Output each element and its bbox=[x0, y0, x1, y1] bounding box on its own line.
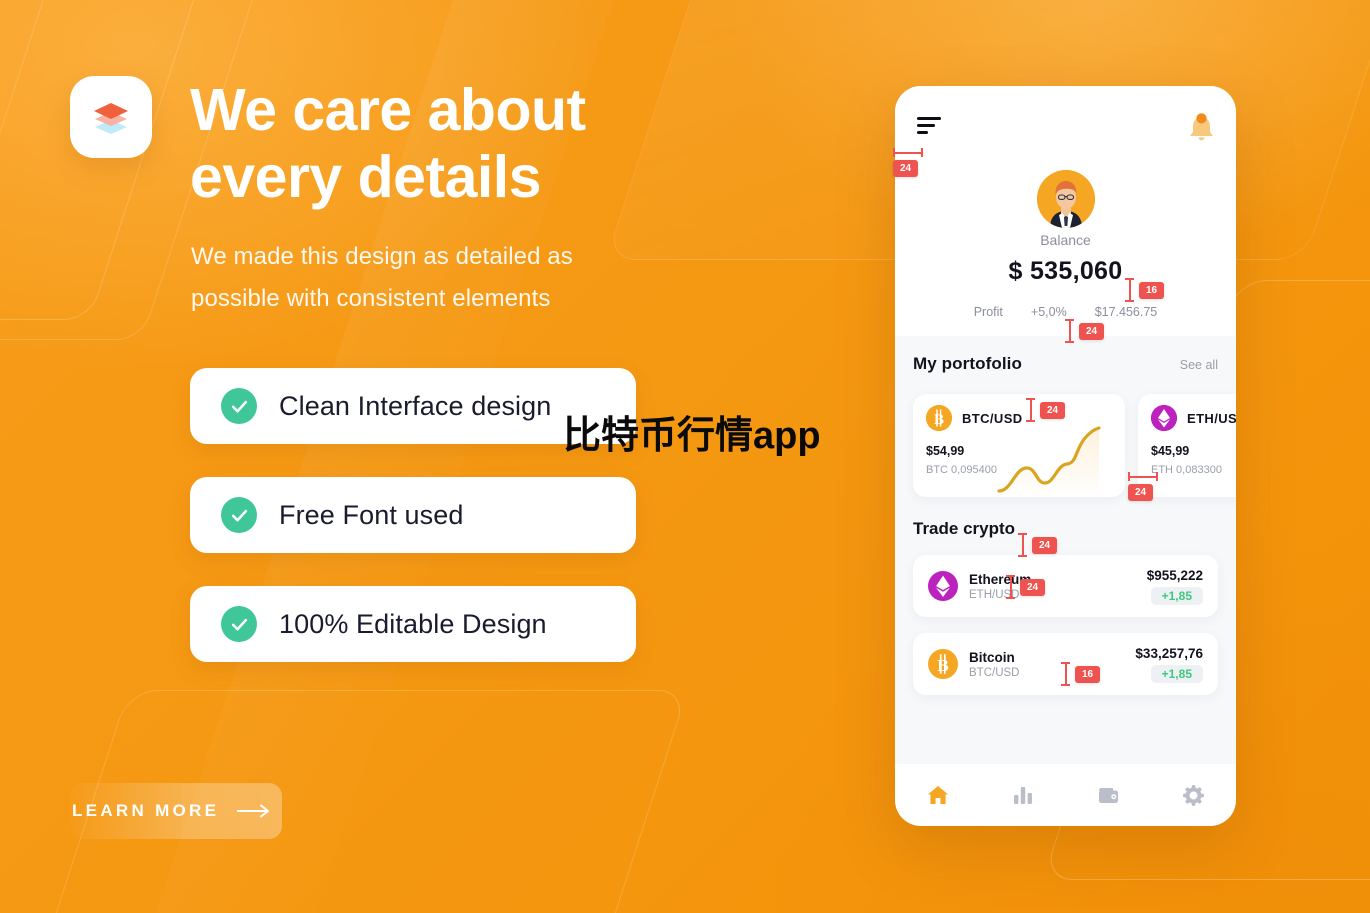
portfolio-pair: ETH/USD bbox=[1187, 410, 1236, 426]
trade-price: $33,257,76 bbox=[1135, 645, 1203, 661]
spec-marker-value: 24 bbox=[1032, 536, 1058, 554]
spec-marker-m4: 24 bbox=[1026, 398, 1066, 422]
headline-line-1: We care about bbox=[190, 77, 586, 143]
hero-subtitle: We made this design as detailed as possi… bbox=[191, 236, 573, 320]
spec-marker-m6: 24 bbox=[1018, 533, 1058, 557]
spec-marker-m8: 16 bbox=[1061, 662, 1101, 686]
feature-card-free-font[interactable]: Free Font used bbox=[190, 477, 636, 553]
bitcoin-icon: B bbox=[928, 649, 958, 679]
measure-bar-vertical-icon bbox=[1061, 662, 1070, 686]
trade-coin-pair: BTC/USD bbox=[969, 666, 1020, 679]
app-logo bbox=[70, 76, 152, 158]
spec-marker-value: 24 bbox=[1020, 578, 1046, 596]
nav-bar-chart-icon[interactable] bbox=[1010, 782, 1036, 808]
learn-more-label: LEARN MORE bbox=[72, 801, 220, 820]
ethereum-icon bbox=[1151, 405, 1177, 431]
trade-section-title: Trade crypto bbox=[913, 519, 1016, 538]
nav-gear-icon[interactable] bbox=[1180, 782, 1206, 808]
nav-home-icon[interactable] bbox=[925, 782, 951, 808]
overlay-watermark-text: 比特币行情app bbox=[563, 415, 821, 457]
measure-bar-horizontal-icon bbox=[1128, 472, 1158, 481]
nav-wallet-icon[interactable] bbox=[1095, 782, 1121, 808]
layers-icon bbox=[94, 103, 128, 134]
profit-percent: +5,0% bbox=[1030, 305, 1067, 319]
portfolio-card-list: B BTC/USD $54,99 BTC 0,095400 ETH/US $45… bbox=[913, 394, 1236, 497]
btc-sparkline-chart bbox=[997, 426, 1101, 497]
portfolio-amount: ETH 0,083300 bbox=[1151, 464, 1222, 476]
spec-marker-value: 16 bbox=[1139, 281, 1165, 299]
measure-bar-vertical-icon bbox=[1125, 278, 1134, 302]
trade-change-badge: +1,85 bbox=[1150, 586, 1203, 605]
portfolio-price: $45,99 bbox=[1151, 444, 1190, 458]
check-icon bbox=[221, 606, 257, 642]
portfolio-see-all-link[interactable]: See all bbox=[1180, 358, 1218, 372]
measure-bar-vertical-icon bbox=[1006, 575, 1015, 599]
phone-header: Balance $ 535,060 Profit +5,0% $17.456.7… bbox=[895, 86, 1236, 336]
trade-change-badge: +1,85 bbox=[1150, 664, 1203, 683]
portfolio-pair: BTC/USD bbox=[962, 410, 1023, 426]
balance-amount: $ 535,060 bbox=[1008, 257, 1123, 285]
feature-card-editable-design[interactable]: 100% Editable Design bbox=[190, 586, 636, 662]
measure-bar-vertical-icon bbox=[1026, 398, 1035, 422]
portfolio-card-btc[interactable]: B BTC/USD $54,99 BTC 0,095400 bbox=[913, 394, 1125, 497]
portfolio-title: My portofolio bbox=[913, 354, 1022, 373]
feature-label: 100% Editable Design bbox=[279, 608, 547, 639]
page-title: We care about every details bbox=[190, 77, 586, 210]
bitcoin-icon: B bbox=[926, 405, 952, 431]
svg-text:B: B bbox=[934, 412, 944, 428]
ethereum-icon bbox=[928, 571, 958, 601]
spec-marker-m2: 16 bbox=[1125, 278, 1165, 302]
subhead-line-2: possible with consistent elements bbox=[191, 285, 551, 312]
profit-value: $17.456.75 bbox=[1094, 305, 1158, 319]
hero-section: We care about every details We made this… bbox=[70, 76, 770, 662]
learn-more-button[interactable]: LEARN MORE bbox=[70, 783, 271, 839]
arrow-right-icon bbox=[237, 804, 270, 818]
phone-bottom-nav bbox=[895, 764, 1236, 826]
profit-row: Profit +5,0% $17.456.75 bbox=[895, 305, 1236, 319]
user-avatar[interactable] bbox=[1036, 170, 1095, 228]
bell-notification-icon[interactable] bbox=[1188, 112, 1215, 147]
measure-bar-vertical-icon bbox=[1065, 319, 1074, 343]
feature-label: Free Font used bbox=[279, 499, 464, 530]
phone-body: My portofolio See all B BTC/USD $54,99 B… bbox=[895, 336, 1236, 695]
measure-bar-vertical-icon bbox=[1018, 533, 1027, 557]
spec-marker-m7: 24 bbox=[1006, 575, 1046, 599]
phone-mockup: Balance $ 535,060 Profit +5,0% $17.456.7… bbox=[895, 86, 1236, 826]
check-icon bbox=[221, 388, 257, 424]
spec-marker-m1: 24 bbox=[893, 148, 923, 177]
check-icon bbox=[221, 497, 257, 533]
subhead-line-1: We made this design as detailed as bbox=[191, 243, 573, 270]
svg-text:B: B bbox=[937, 656, 949, 675]
portfolio-section-header: My portofolio See all bbox=[913, 354, 1218, 374]
spec-marker-value: 24 bbox=[1040, 401, 1066, 419]
spec-marker-m5: 24 bbox=[1128, 472, 1158, 501]
trade-row-ethereum[interactable]: Ethereum ETH/USD $955,222 +1,85 bbox=[913, 555, 1218, 617]
spec-marker-value: 24 bbox=[893, 160, 919, 177]
profit-label: Profit bbox=[973, 305, 1003, 319]
learn-more-area: LEARN MORE bbox=[70, 783, 282, 839]
feature-label: Clean Interface design bbox=[279, 390, 552, 421]
balance-label: Balance bbox=[1040, 232, 1091, 248]
spec-marker-value: 16 bbox=[1075, 665, 1101, 683]
spec-marker-value: 24 bbox=[1079, 322, 1105, 340]
trade-price: $955,222 bbox=[1146, 567, 1203, 583]
spec-marker-m3: 24 bbox=[1065, 319, 1105, 343]
measure-bar-horizontal-icon bbox=[893, 148, 923, 157]
headline-line-2: every details bbox=[190, 143, 542, 210]
hamburger-icon[interactable] bbox=[917, 117, 941, 138]
spec-marker-value: 24 bbox=[1128, 484, 1154, 501]
trade-coin-name: Bitcoin bbox=[969, 649, 1015, 665]
